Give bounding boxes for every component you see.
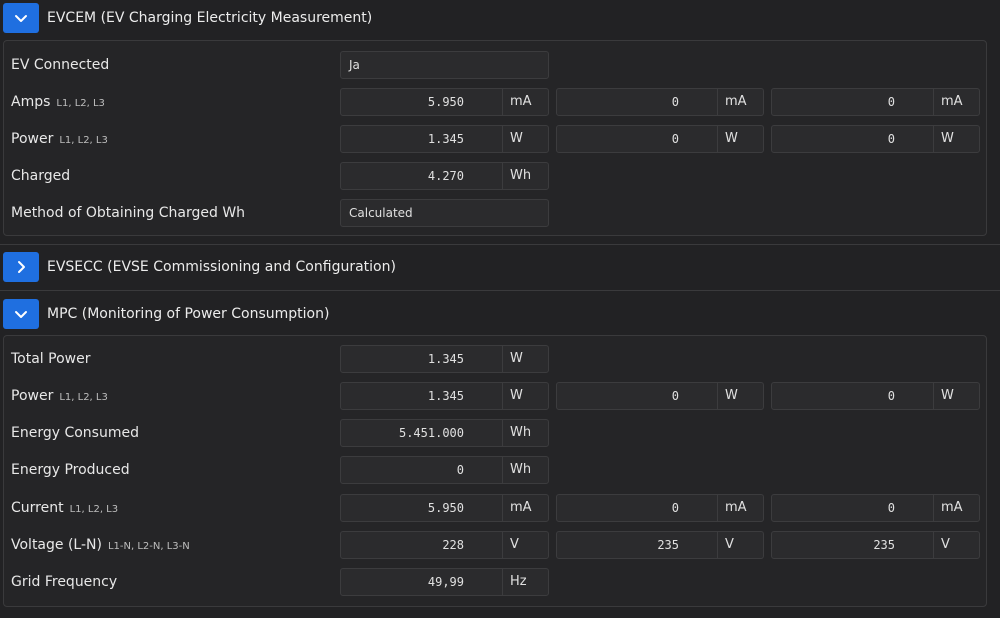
- power-label: Power L1, L2, L3: [11, 131, 108, 147]
- power-l2-field[interactable]: 0W: [556, 125, 764, 153]
- mpc-title: MPC (Monitoring of Power Consumption): [47, 306, 330, 322]
- evsecc-title: EVSECC (EVSE Commissioning and Configura…: [47, 259, 396, 275]
- grid-frequency-row: Grid Frequency 49,99 Hz: [4, 568, 986, 596]
- voltage-l1-unit: V: [502, 532, 548, 558]
- energy-produced-unit: Wh: [502, 457, 548, 483]
- amps-l3-unit: mA: [933, 89, 979, 115]
- ev-connected-row: EV Connected Ja: [4, 51, 986, 79]
- mpc-power-l3-unit: W: [933, 383, 979, 409]
- ev-connected-value: Ja: [349, 58, 360, 72]
- mpc-power-l2-unit: W: [717, 383, 763, 409]
- energy-consumed-label: Energy Consumed: [11, 425, 139, 441]
- voltage-row: Voltage (L-N) L1-N, L2-N, L3-N 228 V 235 V …: [4, 531, 986, 559]
- amps-l1-unit: mA: [502, 89, 548, 115]
- mpc-panel: Total Power 1.345 W Power L1, L2, L3 1.345…: [3, 335, 987, 607]
- voltage-label: Voltage (L-N) L1-N, L2-N, L3-N: [11, 537, 190, 553]
- current-l3-field[interactable]: 0 mA: [771, 494, 980, 522]
- mpc-collapse-button[interactable]: [3, 299, 39, 329]
- evcem-collapse-button[interactable]: [3, 3, 39, 33]
- current-l2-unit: mA: [717, 495, 763, 521]
- section-divider: [0, 290, 1000, 291]
- current-l1-unit: mA: [502, 495, 548, 521]
- grid-frequency-unit: Hz: [502, 569, 548, 595]
- charged-unit: Wh: [502, 163, 548, 189]
- mpc-power-l1-field[interactable]: 1.345 W: [340, 382, 549, 410]
- voltage-sub-label: L1-N, L2-N, L3-N: [107, 541, 190, 552]
- power-l3-field[interactable]: 0W: [771, 125, 980, 153]
- chevron-down-icon: [15, 311, 27, 318]
- total-power-row: Total Power 1.345 W: [4, 345, 986, 373]
- current-row: Current L1, L2, L3 5.950 mA 0 mA 0 mA: [4, 494, 986, 522]
- method-label: Method of Obtaining Charged Wh: [11, 205, 246, 221]
- grid-frequency-field[interactable]: 49,99 Hz: [340, 568, 549, 596]
- charged-label: Charged: [11, 168, 71, 184]
- current-l1-field[interactable]: 5.950 mA: [340, 494, 549, 522]
- amps-l2-unit: mA: [717, 89, 763, 115]
- power-row: Power L1, L2, L3 1.345 W 0W 0W: [4, 125, 986, 153]
- power-l2-unit: W: [717, 126, 763, 152]
- current-l3-unit: mA: [933, 495, 979, 521]
- voltage-l3-field[interactable]: 235 V: [771, 531, 980, 559]
- power-l1-field[interactable]: 1.345 W: [340, 125, 549, 153]
- evcem-section-header[interactable]: EVCEM (EV Charging Electricity Measureme…: [0, 0, 1000, 36]
- amps-sub-label: L1, L2, L3: [56, 98, 105, 109]
- section-divider: [0, 244, 1000, 245]
- charged-field[interactable]: 4.270 Wh: [340, 162, 549, 190]
- ev-connected-label: EV Connected: [11, 57, 110, 73]
- amps-l3-field[interactable]: 0 mA: [771, 88, 980, 116]
- total-power-unit: W: [502, 346, 548, 372]
- power-l1-unit: W: [502, 126, 548, 152]
- amps-l2-field[interactable]: 0 mA: [556, 88, 764, 116]
- current-sub-label: L1, L2, L3: [69, 504, 119, 515]
- voltage-l2-unit: V: [717, 532, 763, 558]
- energy-consumed-unit: Wh: [502, 420, 548, 446]
- method-value: Calculated: [349, 206, 413, 220]
- energy-produced-row: Energy Produced 0 Wh: [4, 456, 986, 484]
- voltage-l3-unit: V: [933, 532, 979, 558]
- energy-produced-field[interactable]: 0 Wh: [340, 456, 549, 484]
- chevron-down-icon: [15, 15, 27, 22]
- amps-l1-field[interactable]: 5.950 mA: [340, 88, 549, 116]
- mpc-power-row: Power L1, L2, L3 1.345 W 0W 0W: [4, 382, 986, 410]
- chevron-right-icon: [18, 261, 25, 273]
- power-sub-label: L1, L2, L3: [59, 135, 108, 146]
- amps-row: Amps L1, L2, L3 5.950 mA 0 mA 0 mA: [4, 88, 986, 116]
- energy-produced-label: Energy Produced: [11, 462, 130, 478]
- mpc-power-l1-unit: W: [502, 383, 548, 409]
- mpc-power-sub-label: L1, L2, L3: [59, 392, 108, 403]
- voltage-l2-field[interactable]: 235 V: [556, 531, 764, 559]
- charged-row: Charged 4.270 Wh: [4, 162, 986, 190]
- grid-frequency-label: Grid Frequency: [11, 574, 118, 590]
- total-power-field[interactable]: 1.345 W: [340, 345, 549, 373]
- method-row: Method of Obtaining Charged Wh Calculate…: [4, 199, 986, 227]
- voltage-l1-field[interactable]: 228 V: [340, 531, 549, 559]
- evsecc-section-header[interactable]: EVSECC (EVSE Commissioning and Configura…: [0, 249, 1000, 285]
- method-field[interactable]: Calculated: [340, 199, 549, 227]
- evsecc-expand-button[interactable]: [3, 252, 39, 282]
- total-power-label: Total Power: [11, 351, 91, 367]
- ev-connected-field[interactable]: Ja: [340, 51, 549, 79]
- evcem-panel: EV Connected Ja Amps L1, L2, L3 5.950 mA 0…: [3, 40, 987, 236]
- mpc-power-label: Power L1, L2, L3: [11, 388, 108, 404]
- amps-label: Amps L1, L2, L3: [11, 94, 105, 110]
- evcem-title: EVCEM (EV Charging Electricity Measureme…: [47, 10, 373, 26]
- energy-consumed-row: Energy Consumed 5.451.000 Wh: [4, 419, 986, 447]
- mpc-section-header[interactable]: MPC (Monitoring of Power Consumption): [0, 296, 1000, 332]
- energy-consumed-field[interactable]: 5.451.000 Wh: [340, 419, 549, 447]
- power-l3-unit: W: [933, 126, 979, 152]
- mpc-power-l2-field[interactable]: 0W: [556, 382, 764, 410]
- current-label: Current L1, L2, L3: [11, 500, 119, 516]
- mpc-power-l3-field[interactable]: 0W: [771, 382, 980, 410]
- current-l2-field[interactable]: 0 mA: [556, 494, 764, 522]
